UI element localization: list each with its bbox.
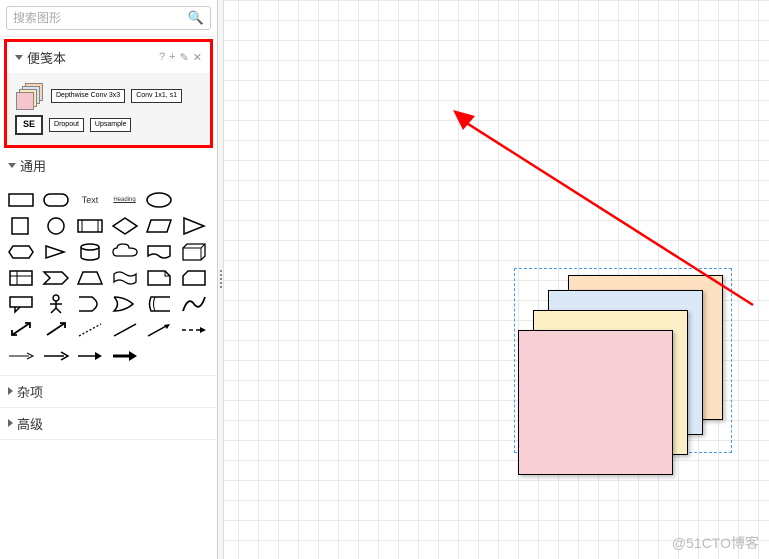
sidebar-splitter[interactable] (218, 0, 224, 559)
scratchpad-actions: ? + ✎ ✕ (159, 51, 202, 64)
watermark: @51CTO博客 (672, 533, 759, 553)
shape-conn-thick[interactable] (110, 345, 140, 367)
stack-layer-1[interactable] (518, 330, 673, 475)
shape-roundrect[interactable] (41, 189, 71, 211)
shape-blank[interactable] (179, 189, 209, 211)
misc-header[interactable]: 杂项 (0, 376, 217, 407)
help-icon[interactable]: ? (159, 51, 165, 64)
shape-curve[interactable] (179, 293, 209, 315)
shape-conn-open[interactable] (41, 345, 71, 367)
canvas[interactable]: @51CTO博客 (218, 0, 769, 559)
shape-datastore[interactable] (144, 293, 174, 315)
shape-line-arrow[interactable] (144, 319, 174, 341)
shape-step[interactable] (41, 267, 71, 289)
shape-ellipse[interactable] (144, 189, 174, 211)
shape-square[interactable] (6, 215, 36, 237)
close-icon[interactable]: ✕ (193, 51, 202, 64)
shape-or[interactable] (75, 293, 105, 315)
shape-cube[interactable] (179, 241, 209, 263)
shape-conn-dash[interactable] (179, 319, 209, 341)
misc-title: 杂项 (17, 382, 43, 401)
add-icon[interactable]: + (169, 51, 175, 64)
shape-triangle[interactable] (41, 241, 71, 263)
advanced-header[interactable]: 高级 (0, 408, 217, 439)
shape-biarrow[interactable] (6, 319, 36, 341)
scratch-item-conv[interactable]: Conv 1x1, s1 (131, 89, 182, 103)
shape-triangle-r[interactable] (179, 215, 209, 237)
scratch-item-stack[interactable] (15, 83, 45, 109)
search-input[interactable] (13, 11, 188, 25)
annotation-arrow (453, 110, 763, 330)
scratch-item-dropout[interactable]: Dropout (49, 118, 84, 132)
scratchpad-body: Depthwise Conv 3x3 Conv 1x1, s1 SE Dropo… (7, 73, 210, 145)
shape-cloud[interactable] (110, 241, 140, 263)
shape-conn-solid[interactable] (75, 345, 105, 367)
shape-trapezoid[interactable] (75, 267, 105, 289)
scratchpad-title: 便笺本 (27, 48, 66, 67)
shape-parallelogram[interactable] (144, 215, 174, 237)
shape-circle[interactable] (41, 215, 71, 237)
shape-line[interactable] (110, 319, 140, 341)
shape-card[interactable] (179, 267, 209, 289)
shape-callout[interactable] (6, 293, 36, 315)
shapes-sidebar: 🔍 便笺本 ? + ✎ ✕ Depthwise Conv 3x3 Conv 1x (0, 0, 218, 559)
shape-hexagon[interactable] (6, 241, 36, 263)
advanced-title: 高级 (17, 414, 43, 433)
shape-conn-thin[interactable] (6, 345, 36, 367)
shape-cylinder[interactable] (75, 241, 105, 263)
general-title: 通用 (20, 156, 46, 175)
general-shapes: Text Heading (0, 181, 217, 375)
shape-note[interactable] (144, 267, 174, 289)
shape-document[interactable] (144, 241, 174, 263)
scratch-item-upsample[interactable]: Upsample (90, 118, 132, 132)
scratch-item-depthwise[interactable]: Depthwise Conv 3x3 (51, 89, 125, 103)
search-input-wrap[interactable]: 🔍 (6, 6, 211, 30)
shape-arrow-ne[interactable] (41, 319, 71, 341)
shape-diamond[interactable] (110, 215, 140, 237)
shape-tape[interactable] (110, 267, 140, 289)
shape-heading[interactable]: Heading (110, 189, 140, 211)
scratch-item-se[interactable]: SE (15, 115, 43, 135)
shape-text[interactable]: Text (75, 189, 105, 211)
shape-internal[interactable] (6, 267, 36, 289)
general-header[interactable]: 通用 (0, 150, 217, 181)
shape-process[interactable] (75, 215, 105, 237)
shape-rect[interactable] (6, 189, 36, 211)
shape-actor[interactable] (41, 293, 71, 315)
edit-icon[interactable]: ✎ (180, 51, 189, 64)
shape-dotted[interactable] (75, 319, 105, 341)
scratchpad-header[interactable]: 便笺本 ? + ✎ ✕ (7, 42, 210, 73)
search-icon: 🔍 (188, 10, 204, 26)
shape-and[interactable] (110, 293, 140, 315)
